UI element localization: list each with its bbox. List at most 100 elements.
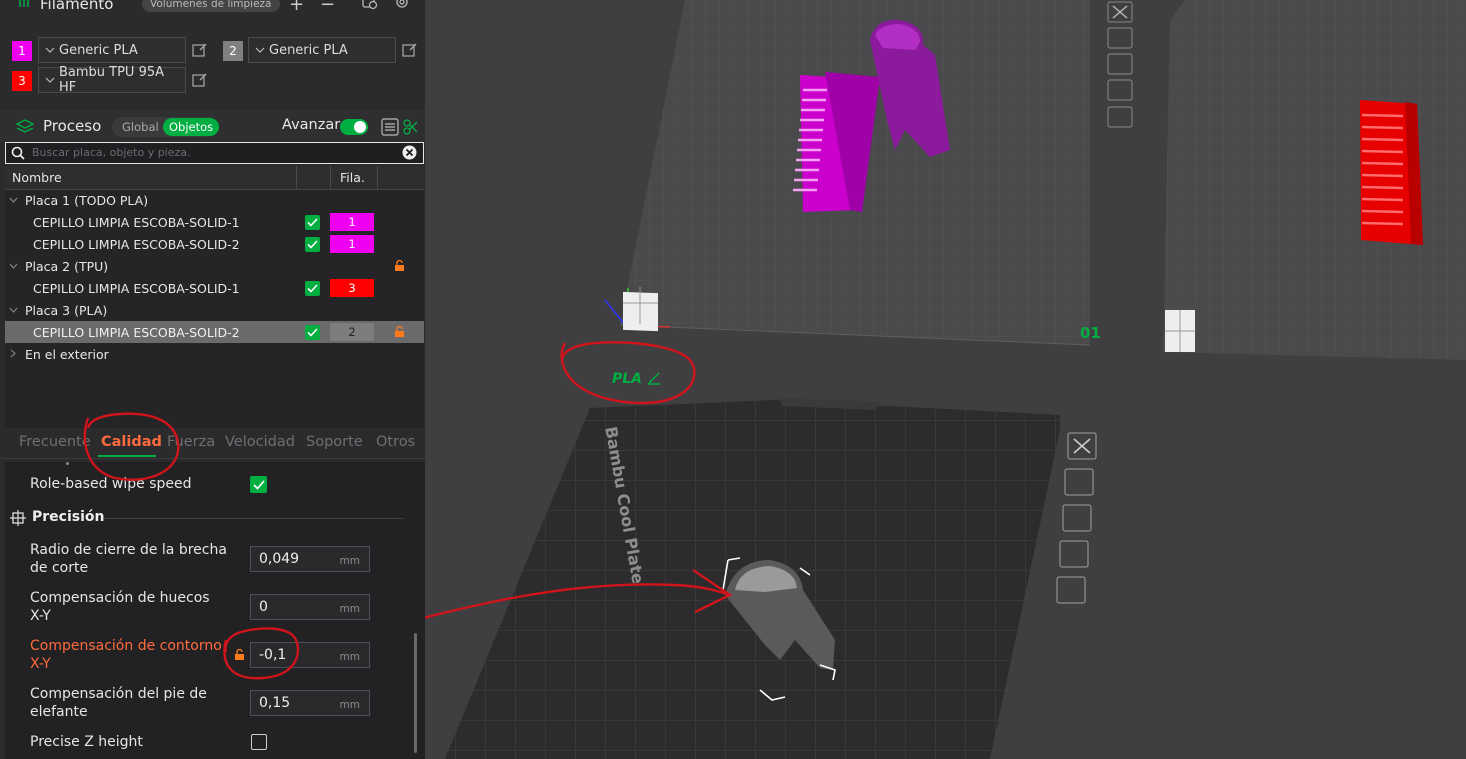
precise-z-label: Precise Z height	[30, 734, 143, 750]
chevron-right-icon	[10, 349, 16, 358]
plate-2-row[interactable]: Placa 2 (TPU)	[5, 255, 424, 277]
filament-title: Filamento	[40, 0, 114, 13]
advance-label: Avanzar	[282, 117, 341, 133]
tab-divider	[0, 458, 425, 459]
process-title: Proceso	[43, 117, 102, 135]
tree-row[interactable]: CEPILLO LIMPIA ESCOBA-SOLID-2 1	[5, 233, 424, 255]
col-fila: Fila.	[340, 170, 365, 185]
visible-checkbox[interactable]	[305, 281, 320, 296]
tab-fuerza[interactable]: Fuerza	[167, 434, 215, 450]
tree-row-label: CEPILLO LIMPIA ESCOBA-SOLID-2	[33, 236, 240, 252]
scene	[425, 0, 1466, 759]
tree-row-label: CEPILLO LIMPIA ESCOBA-SOLID-1	[33, 280, 240, 296]
precise-z-checkbox[interactable]	[251, 734, 267, 750]
tree-header: Nombre Fila.	[5, 166, 424, 190]
plate-name-text: PLA	[612, 371, 643, 387]
plate-2[interactable]	[1163, 0, 1466, 360]
filament-2-swatch[interactable]: 2	[223, 41, 243, 61]
tree-row-label: Placa 2 (TPU)	[25, 258, 109, 274]
cleaning-volumes-button[interactable]: Volúmenes de limpieza	[142, 0, 280, 12]
filament-cell[interactable]: 1	[330, 213, 374, 231]
tab-otros[interactable]: Otros	[376, 434, 415, 450]
filament-cell[interactable]: 1	[330, 235, 374, 253]
filament-1-select[interactable]: Generic PLA	[38, 37, 186, 63]
gap-closing-input[interactable]: 0,049 mm	[250, 546, 370, 572]
toggle-global[interactable]: Global	[122, 120, 159, 134]
sync-icon[interactable]	[362, 0, 378, 10]
chevron-down-icon	[9, 197, 18, 203]
section-divider	[104, 518, 404, 519]
settings-gear-icon[interactable]	[394, 0, 410, 10]
visible-checkbox[interactable]	[305, 325, 320, 340]
tree-row-selected[interactable]: CEPILLO LIMPIA ESCOBA-SOLID-2 2	[5, 321, 424, 343]
edit-filament-1-icon[interactable]	[192, 42, 208, 58]
plate-3-tools[interactable]	[1056, 432, 1097, 604]
unlock-icon[interactable]	[394, 326, 405, 338]
visible-checkbox[interactable]	[305, 237, 320, 252]
tab-soporte[interactable]: Soporte	[306, 434, 363, 450]
plate-1-tools[interactable]	[1107, 1, 1133, 128]
sidebar: Filamento Volúmenes de limpieza + − 1 Ge…	[0, 0, 425, 759]
hole-compensation-input[interactable]: 0 mm	[250, 594, 370, 620]
search-input[interactable]: Buscar placa, objeto y pieza.	[5, 142, 424, 164]
col-name: Nombre	[12, 170, 62, 185]
contour-compensation-label: Compensación de contorno X-Y	[30, 638, 222, 672]
plate-number-label: 01	[1080, 324, 1101, 342]
unlock-icon[interactable]	[394, 260, 405, 272]
plate-1-row[interactable]: Placa 1 (TODO PLA)	[5, 189, 424, 211]
precision-icon	[10, 510, 26, 526]
chevron-down-icon	[9, 263, 18, 269]
tab-calidad[interactable]: Calidad	[101, 434, 162, 450]
hole-compensation-label: Compensación de huecos X-Y	[30, 590, 210, 624]
filament-3-name: Bambu TPU 95A HF	[58, 65, 165, 95]
clear-search-icon[interactable]	[402, 145, 417, 160]
red-brush-model[interactable]	[1360, 100, 1423, 245]
filament-cell[interactable]: 2	[330, 323, 374, 341]
tree-row-label: CEPILLO LIMPIA ESCOBA-SOLID-2	[33, 324, 240, 340]
list-settings-icon[interactable]	[381, 118, 399, 136]
tree-row-label: Placa 1 (TODO PLA)	[25, 192, 149, 208]
gap-closing-label: Radio de cierre de la brecha de corte	[30, 542, 227, 576]
section-precision: Precisión	[32, 509, 105, 525]
object-settings-icon[interactable]	[402, 118, 418, 136]
unlock-icon[interactable]	[234, 649, 245, 661]
layers-icon	[15, 119, 35, 135]
filament-2-name: Generic PLA	[269, 42, 348, 58]
remove-filament-icon[interactable]: −	[320, 0, 335, 15]
elephant-foot-label: Compensación del pie de elefante	[30, 686, 207, 720]
role-wipe-checkbox[interactable]	[250, 476, 267, 493]
tab-underline	[98, 455, 156, 457]
elephant-foot-input[interactable]: 0,15 mm	[250, 690, 370, 716]
plate-name-label[interactable]: PLA	[612, 371, 661, 387]
filament-2-select[interactable]: Generic PLA	[248, 37, 396, 63]
contour-compensation-input[interactable]: -0,1 mm	[250, 642, 370, 668]
tree-row-label: CEPILLO LIMPIA ESCOBA-SOLID-1	[33, 214, 240, 230]
edit-filament-3-icon[interactable]	[192, 72, 208, 88]
role-wipe-label: Role-based wipe speed	[30, 476, 192, 492]
filament-cell[interactable]: 3	[330, 279, 374, 297]
outside-row[interactable]: En el exterior	[5, 343, 424, 365]
filament-3-select[interactable]: Bambu TPU 95A HF	[38, 65, 186, 95]
visible-checkbox[interactable]	[305, 215, 320, 230]
tree-row[interactable]: CEPILLO LIMPIA ESCOBA-SOLID-1 3	[5, 277, 424, 299]
plate-3-row[interactable]: Placa 3 (PLA)	[5, 299, 424, 321]
tab-velocidad[interactable]: Velocidad	[225, 434, 295, 450]
3d-viewport[interactable]: 01 PLA Bambu Cool Plate	[425, 0, 1466, 759]
chevron-down-icon	[45, 47, 55, 53]
dot-marker	[66, 462, 69, 465]
edit-filament-2-icon[interactable]	[402, 42, 418, 58]
filament-3-swatch[interactable]: 3	[12, 71, 32, 91]
search-icon	[11, 146, 25, 160]
add-filament-icon[interactable]: +	[289, 0, 304, 15]
chevron-down-icon	[45, 77, 55, 83]
advance-toggle[interactable]	[340, 119, 368, 135]
tab-frecuente[interactable]: Frecuente	[19, 434, 91, 450]
edit-pencil-icon[interactable]	[647, 371, 661, 385]
toggle-objects[interactable]: Objetos	[163, 118, 220, 136]
search-placeholder: Buscar placa, objeto y pieza.	[32, 146, 191, 159]
settings-scrollbar[interactable]	[414, 633, 417, 753]
chevron-down-icon	[9, 307, 18, 313]
tree-row-label: Placa 3 (PLA)	[25, 302, 108, 318]
filament-1-swatch[interactable]: 1	[12, 41, 32, 61]
tree-row[interactable]: CEPILLO LIMPIA ESCOBA-SOLID-1 1	[5, 211, 424, 233]
